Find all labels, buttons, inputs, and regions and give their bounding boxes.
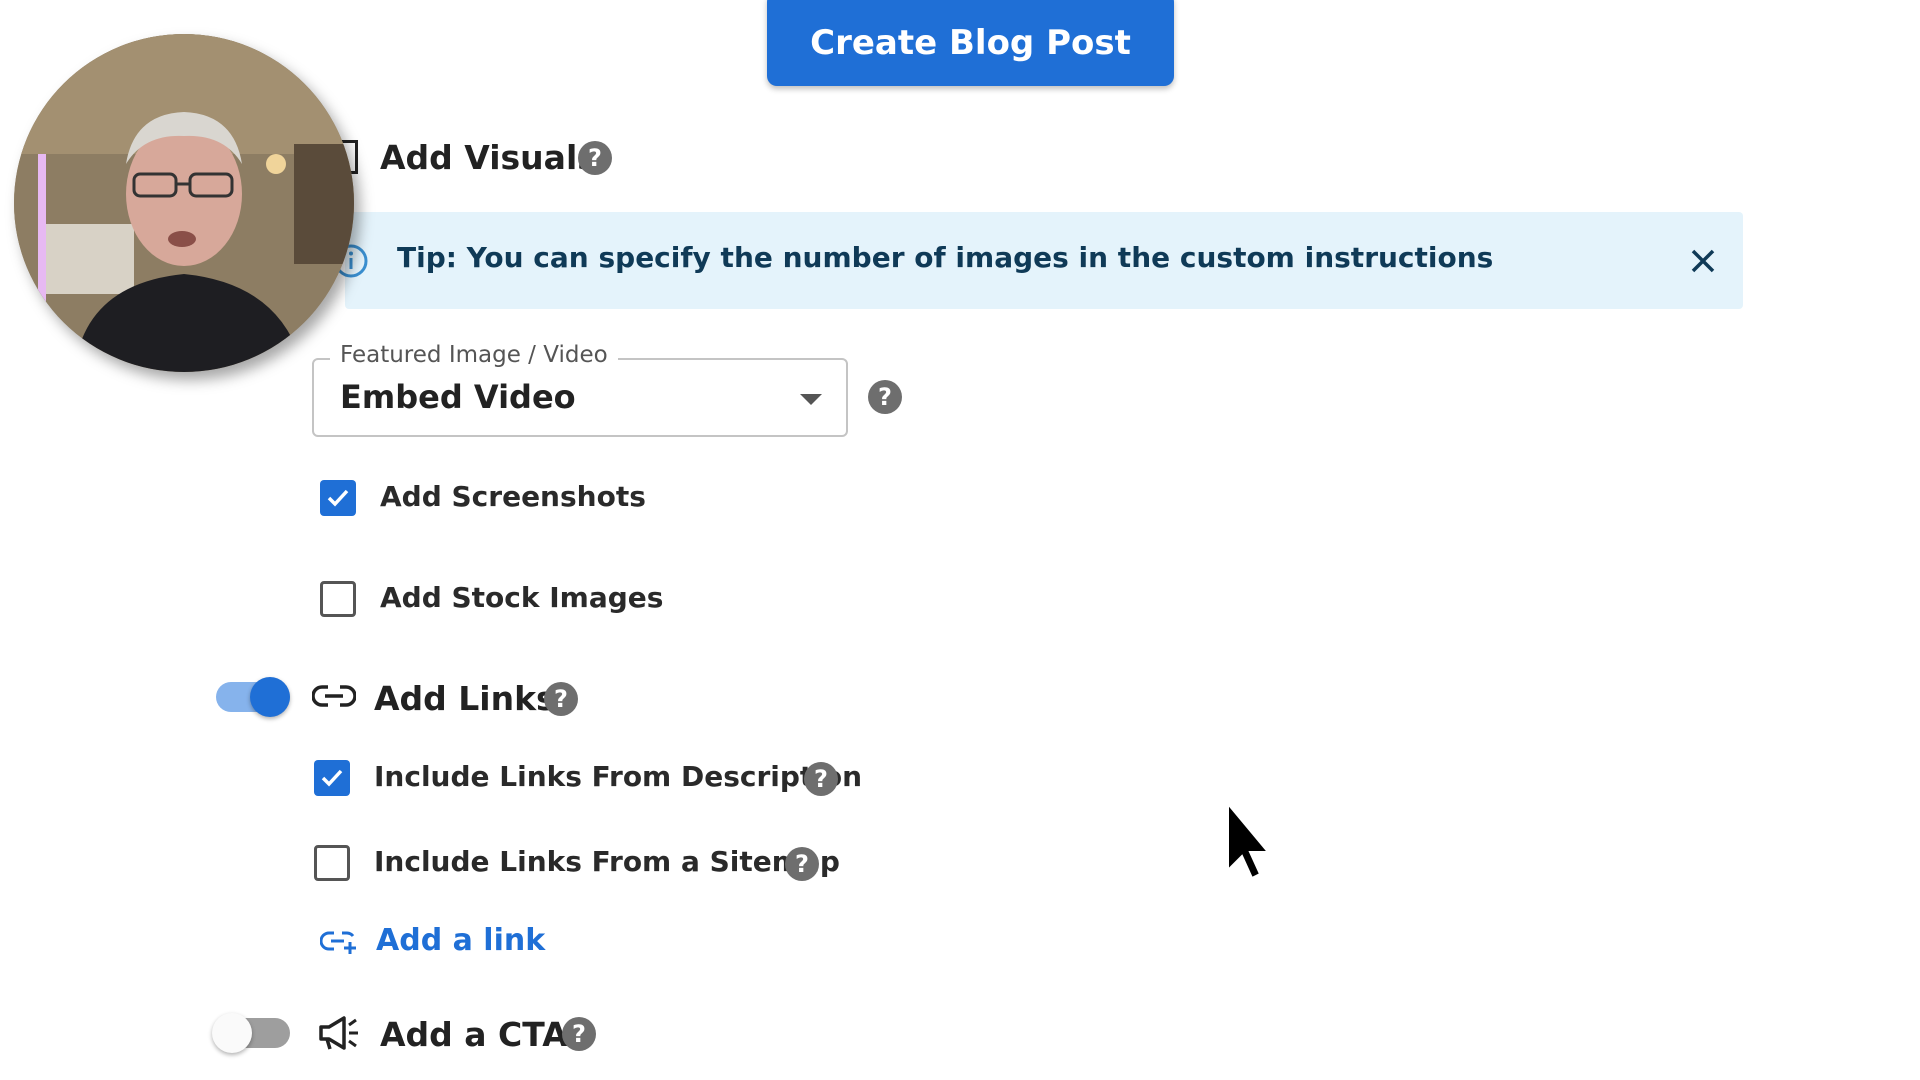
add-cta-toggle-knob[interactable] (212, 1013, 252, 1053)
featured-image-help-icon[interactable]: ? (868, 380, 902, 414)
include-description-help-icon[interactable]: ? (804, 762, 838, 796)
link-icon (312, 685, 356, 707)
add-links-help-icon[interactable]: ? (544, 682, 578, 716)
include-sitemap-help-icon[interactable]: ? (785, 847, 819, 881)
checkmark-icon (327, 489, 349, 507)
add-visuals-help-icon[interactable]: ? (578, 141, 612, 175)
add-link-icon[interactable] (320, 928, 358, 956)
add-stock-images-checkbox[interactable] (320, 581, 356, 617)
add-links-heading: Add Links (374, 679, 556, 718)
presenter-webcam-avatar (14, 34, 354, 372)
add-screenshots-label: Add Screenshots (380, 480, 646, 513)
add-a-link-button[interactable]: Add a link (376, 923, 545, 958)
include-sitemap-links-checkbox[interactable] (314, 845, 350, 881)
add-cta-heading: Add a CTA (380, 1015, 568, 1054)
add-stock-images-label: Add Stock Images (380, 581, 664, 614)
megaphone-icon (319, 1016, 358, 1050)
tip-text: Tip: You can specify the number of image… (397, 241, 1494, 274)
add-links-toggle-knob[interactable] (250, 677, 290, 717)
chevron-down-icon[interactable] (800, 394, 822, 405)
add-screenshots-checkbox[interactable] (320, 480, 356, 516)
checkmark-icon (321, 769, 343, 787)
close-icon[interactable] (1688, 246, 1718, 276)
include-sitemap-links-label: Include Links From a Sitemap (374, 845, 840, 878)
add-cta-help-icon[interactable]: ? (562, 1017, 596, 1051)
include-description-links-label: Include Links From Description (374, 760, 863, 793)
create-blog-post-button[interactable]: Create Blog Post (767, 0, 1174, 86)
mouse-cursor-icon (1227, 801, 1270, 880)
add-visuals-heading: Add Visuals (380, 138, 597, 177)
include-description-links-checkbox[interactable] (314, 760, 350, 796)
featured-image-value: Embed Video (340, 378, 576, 416)
featured-image-legend: Featured Image / Video (330, 342, 618, 368)
